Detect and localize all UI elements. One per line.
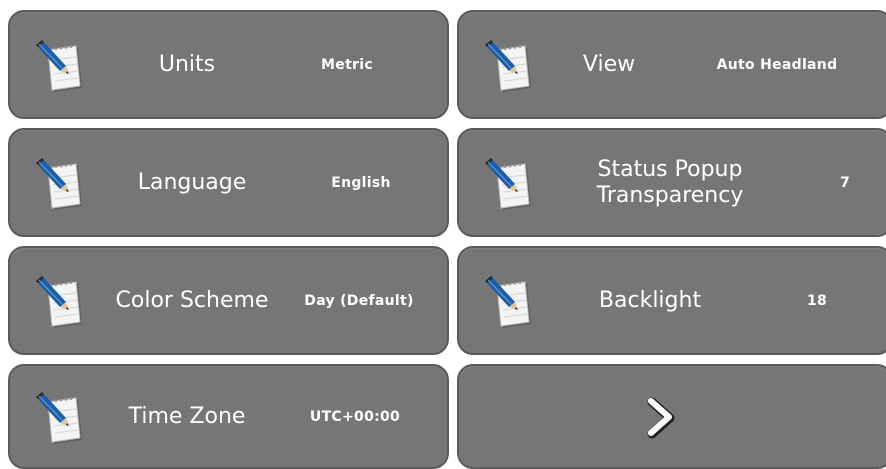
notepad-pencil-icon — [30, 388, 86, 446]
language-value: English — [331, 174, 391, 191]
notepad-pencil-icon — [479, 154, 535, 212]
backlight-value: 18 — [806, 292, 828, 309]
units-label: Units — [158, 51, 216, 77]
backlight-label: Backlight — [598, 287, 702, 313]
view-value: Auto Headland — [716, 56, 838, 73]
color-scheme-label: Color Scheme — [115, 287, 269, 313]
status-popup-transparency-setting-button[interactable]: Status Popup Transparency 7 — [457, 128, 886, 237]
notepad-pencil-icon — [30, 154, 86, 212]
status-popup-transparency-value: 7 — [839, 174, 851, 191]
view-label: View — [582, 51, 636, 77]
notepad-pencil-icon — [479, 36, 535, 94]
status-popup-transparency-label: Status Popup Transparency — [596, 156, 744, 208]
time-zone-value: UTC+00:00 — [309, 408, 401, 425]
units-value: Metric — [321, 56, 373, 73]
chevron-right-icon — [647, 397, 675, 438]
notepad-pencil-icon — [30, 36, 86, 94]
view-setting-button[interactable]: View Auto Headland — [457, 10, 886, 119]
time-zone-label: Time Zone — [128, 403, 246, 429]
units-setting-button[interactable]: Units Metric — [8, 10, 449, 119]
next-page-button[interactable] — [457, 364, 886, 469]
notepad-pencil-icon — [30, 272, 86, 330]
language-setting-button[interactable]: Language English — [8, 128, 449, 237]
color-scheme-value: Day (Default) — [304, 292, 414, 309]
time-zone-setting-button[interactable]: Time Zone UTC+00:00 — [8, 364, 449, 469]
notepad-pencil-icon — [479, 272, 535, 330]
backlight-setting-button[interactable]: Backlight 18 — [457, 246, 886, 355]
language-label: Language — [137, 169, 247, 195]
color-scheme-setting-button[interactable]: Color Scheme Day (Default) — [8, 246, 449, 355]
